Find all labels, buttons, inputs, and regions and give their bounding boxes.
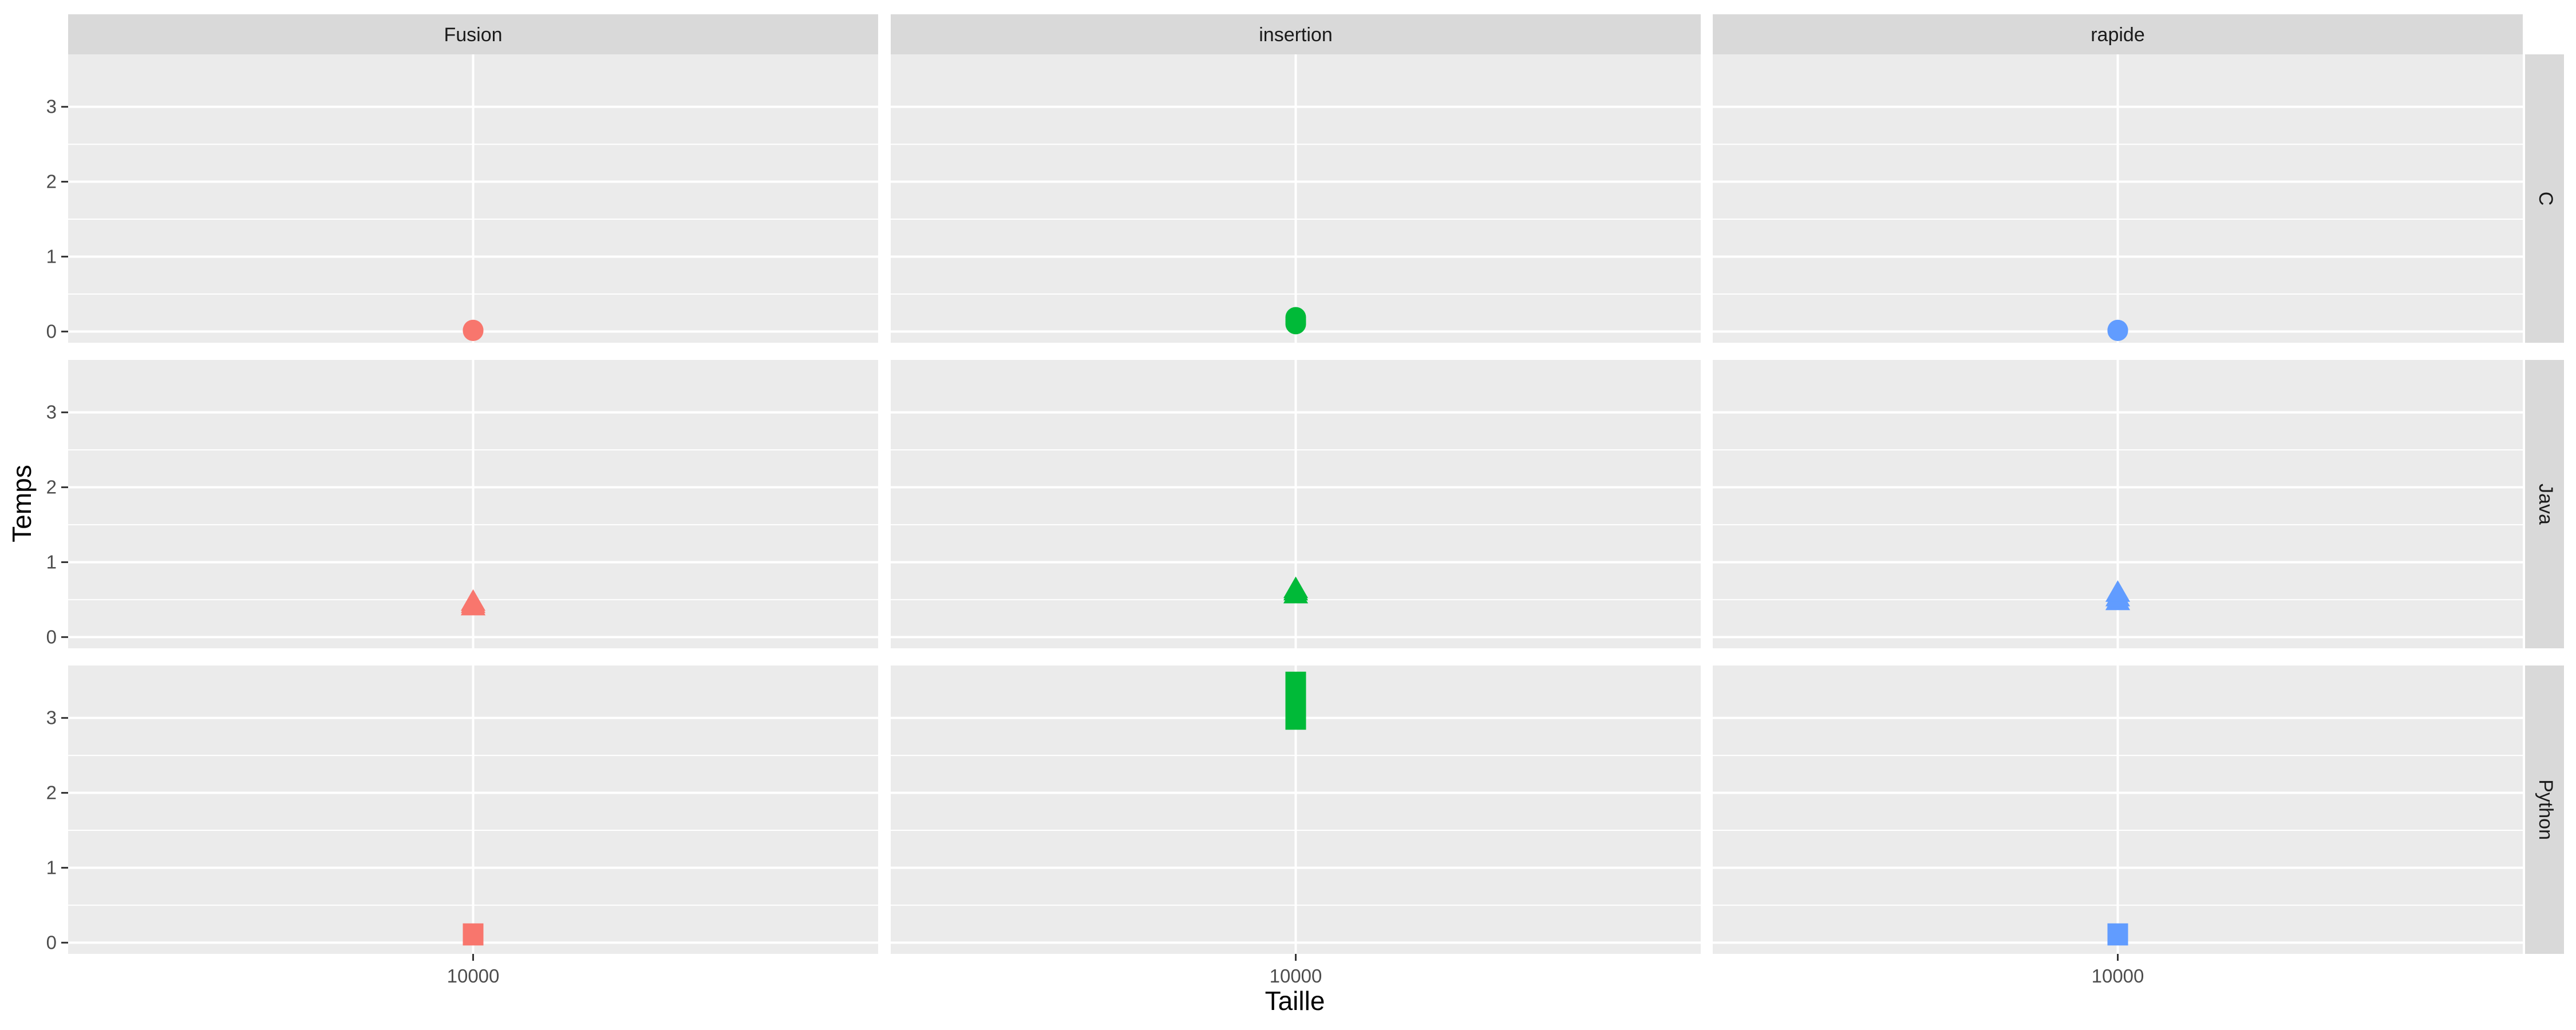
facet-strip-label-insertion: insertion bbox=[1259, 24, 1333, 46]
x-axis-title: Taille bbox=[1265, 986, 1325, 1016]
facet-strip-label-c: C bbox=[2535, 192, 2557, 206]
y-tick-label: 3 bbox=[46, 402, 57, 423]
data-point-insertion-python bbox=[1285, 671, 1306, 692]
facet-strip-label-fusion: Fusion bbox=[444, 24, 502, 46]
facet-strip-label-rapide: rapide bbox=[2091, 24, 2145, 46]
x-tick-label: 10000 bbox=[447, 965, 500, 987]
data-point-fusion-python bbox=[463, 923, 484, 944]
y-tick-label: 2 bbox=[46, 171, 57, 192]
x-tick-label: 10000 bbox=[1270, 965, 1322, 987]
y-tick-label: 1 bbox=[46, 245, 57, 267]
y-tick-label: 3 bbox=[46, 707, 57, 728]
faceted-scatter-chart: Taille Temps Fusion insertion rapide C Java P… bbox=[7, 14, 2564, 1016]
y-tick-label: 0 bbox=[46, 932, 57, 953]
y-tick-label: 1 bbox=[46, 551, 57, 572]
y-tick-label: 0 bbox=[46, 626, 57, 647]
facet-strip-label-java: Java bbox=[2535, 484, 2557, 525]
data-point-rapide-c bbox=[2107, 319, 2128, 340]
y-tick-label: 1 bbox=[46, 857, 57, 878]
facet-strip-label-python: Python bbox=[2535, 779, 2557, 840]
y-tick-label: 0 bbox=[46, 320, 57, 342]
data-point-rapide-python bbox=[2107, 923, 2128, 944]
y-tick-label: 2 bbox=[46, 477, 57, 498]
data-point-fusion-c bbox=[463, 319, 484, 340]
y-axis-title: Temps bbox=[7, 465, 37, 542]
y-tick-label: 2 bbox=[46, 782, 57, 803]
x-tick-label: 10000 bbox=[2092, 965, 2144, 987]
y-tick-label: 3 bbox=[46, 96, 57, 117]
data-point-insertion-c bbox=[1285, 307, 1306, 328]
